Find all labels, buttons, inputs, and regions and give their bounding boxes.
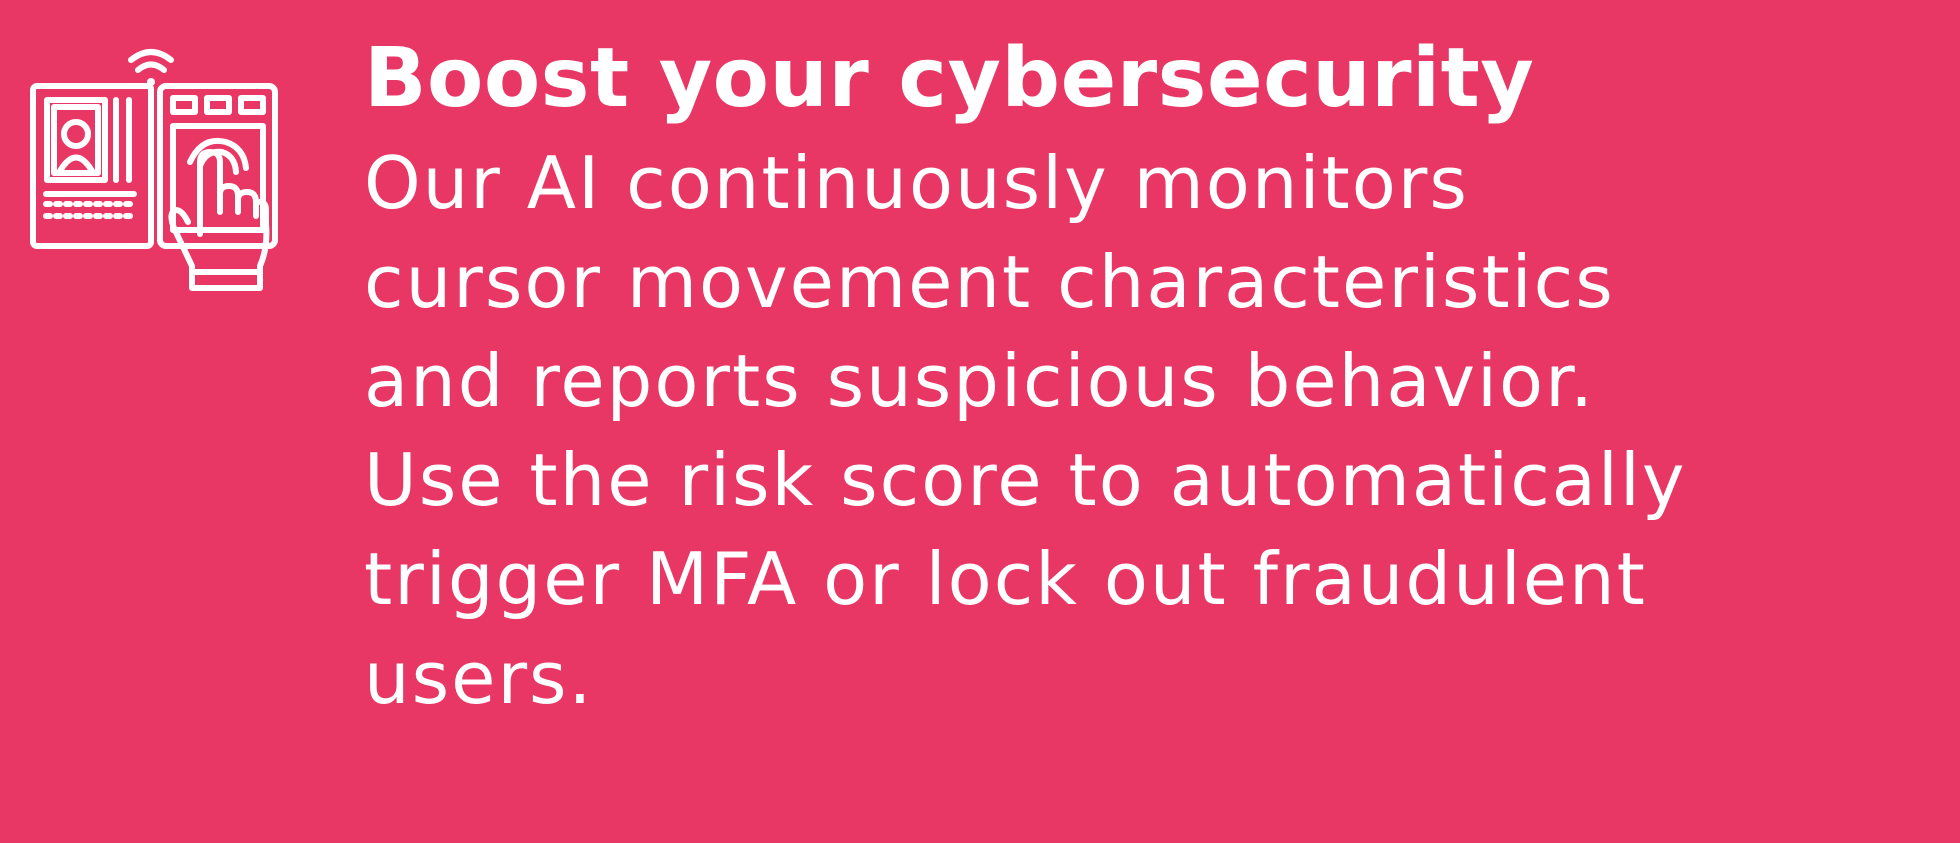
feature-description: Our AI continuously monitors cursor move… (364, 134, 1944, 728)
description-line: Use the risk score to automatically (364, 438, 1687, 522)
feature-text: Boost your cybersecurity Our AI continuo… (364, 24, 1944, 728)
biometric-access-terminal-icon (30, 44, 280, 294)
feature-heading: Boost your cybersecurity (364, 31, 1535, 126)
description-line: users. (364, 636, 594, 720)
description-line: and reports suspicious behavior. (364, 339, 1595, 423)
feature-card: Boost your cybersecurity Our AI continuo… (0, 0, 1960, 843)
description-line: cursor movement characteristics (364, 240, 1615, 324)
description-line: trigger MFA or lock out fraudulent (364, 537, 1647, 621)
description-line: Our AI continuously monitors (364, 141, 1469, 225)
